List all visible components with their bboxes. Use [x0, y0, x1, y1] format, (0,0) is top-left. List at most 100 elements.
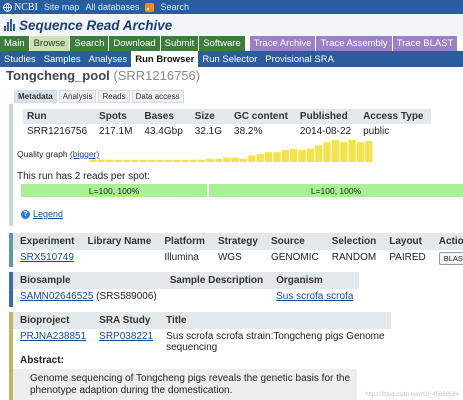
- page-title: Tongcheng_pool (SRR1216756): [6, 68, 200, 83]
- quality-bar: [114, 159, 122, 162]
- bioproject-link[interactable]: PRJNA238851: [20, 331, 86, 342]
- sra-study-link[interactable]: SRP038221: [99, 331, 153, 342]
- col-spots: Spots: [95, 109, 141, 124]
- app-title[interactable]: Sequence Read Archive: [19, 18, 172, 33]
- col-action: Action: [431, 233, 463, 250]
- search-link[interactable]: Search: [160, 2, 189, 12]
- project-title-line1: Sus scrofa scrofa strain:Tongcheng pigs …: [166, 331, 385, 342]
- subnav-run-browser[interactable]: Run Browser: [131, 51, 199, 67]
- cell-bases: 43.4Gbp: [144, 126, 183, 137]
- quality-bar: [189, 159, 198, 162]
- legend-link-text[interactable]: Legend: [33, 209, 63, 219]
- quality-bar: [181, 159, 189, 162]
- quality-bar: [223, 157, 231, 162]
- quality-bar: [365, 141, 373, 162]
- nav-trace-assembly[interactable]: Trace Assembly: [316, 36, 392, 51]
- watermark: https://blog.csdn.net/m0_45698584: [365, 392, 459, 398]
- nav-search[interactable]: Search: [70, 36, 109, 51]
- table-header-row: Biosample Sample Description Organism: [13, 272, 360, 289]
- table-row: SRX510749 Illumina WGS GENOMIC RANDOM PA…: [13, 250, 463, 267]
- nav-trace-archive[interactable]: Trace Archive: [249, 36, 316, 51]
- quality-bar: [173, 159, 181, 162]
- quality-bar: [281, 149, 289, 162]
- sra-title-bar: Sequence Read Archive: [0, 14, 463, 36]
- quality-bar: [331, 140, 340, 162]
- quality-graph-bars[interactable]: [89, 140, 373, 162]
- col-sra-study: SRA Study: [92, 312, 160, 329]
- quality-bar: [256, 154, 264, 162]
- nav-software[interactable]: Software: [199, 36, 245, 51]
- subnav-analyses[interactable]: Analyses: [85, 51, 132, 67]
- quality-bar: [264, 152, 273, 162]
- subnav-studies[interactable]: Studies: [0, 51, 40, 67]
- col-sample-description: Sample Description: [162, 272, 270, 289]
- run-name: Tongcheng_pool: [6, 68, 110, 83]
- all-databases-link[interactable]: All databases: [85, 2, 139, 12]
- quality-bar: [147, 159, 156, 162]
- ncbi-logo[interactable]: NCBI: [3, 2, 38, 13]
- subnav-samples[interactable]: Samples: [40, 51, 85, 67]
- table-header-row: Run Spots Bases Size GC content Publishe…: [23, 109, 432, 124]
- ncbi-globe-icon: [3, 2, 12, 12]
- nav-download[interactable]: Download: [109, 36, 160, 51]
- rss-icon[interactable]: [145, 2, 155, 12]
- quality-bar: [131, 159, 139, 162]
- abstract-heading: Abstract:: [20, 355, 64, 366]
- experiment-table: Experiment Library Name Platform Strateg…: [13, 233, 463, 267]
- legend-link[interactable]: ? Legend: [21, 209, 63, 219]
- blast-button[interactable]: BLAST: [438, 252, 463, 265]
- col-access-type: Access Type: [359, 109, 432, 124]
- table-header-row: Bioproject SRA Study Title: [13, 312, 391, 329]
- main-nav: Main Browse Search Download Submit Softw…: [0, 36, 463, 51]
- quality-bar: [248, 155, 256, 162]
- quality-bar: [139, 159, 147, 162]
- cell-library-name: [80, 250, 157, 267]
- subnav-provisional-sra[interactable]: Provisional SRA: [261, 51, 338, 67]
- quality-bar: [289, 148, 298, 162]
- organism-link[interactable]: Sus scrofa scrofa: [276, 291, 353, 302]
- quality-bar: [106, 159, 114, 162]
- biosample-panel: Biosample Sample Description Organism SA…: [9, 272, 360, 307]
- quality-bar: [156, 159, 164, 162]
- ncbi-logo-text: NCBI: [14, 1, 38, 13]
- cell-strategy: WGS: [217, 252, 242, 263]
- cell-published: 2014-08-22: [299, 126, 352, 137]
- quality-bar: [89, 159, 97, 162]
- col-source: Source: [263, 233, 325, 250]
- col-gc-content: GC content: [230, 109, 296, 124]
- quality-bar: [340, 142, 348, 162]
- cell-layout: PAIRED: [389, 252, 426, 263]
- cell-size: 32.1G: [194, 126, 223, 137]
- nav-trace-blast[interactable]: Trace BLAST: [392, 36, 458, 51]
- quality-bar: [298, 149, 306, 162]
- tab-metadata[interactable]: Metadata: [14, 90, 57, 103]
- quality-bar: [239, 158, 248, 162]
- experiment-link[interactable]: SRX510749: [20, 252, 74, 263]
- abstract-line1: Genome sequencing of Tongcheng pigs reve…: [30, 373, 351, 384]
- biosample-link[interactable]: SAMN02646525: [20, 291, 93, 302]
- col-experiment: Experiment: [13, 233, 81, 250]
- col-size: Size: [190, 109, 231, 124]
- quality-bar: [306, 148, 315, 162]
- nav-browse[interactable]: Browse: [29, 36, 70, 51]
- run-accession: (SRR1216756): [113, 68, 201, 83]
- tab-analysis[interactable]: Analysis: [58, 90, 97, 103]
- run-summary-table: Run Spots Bases Size GC content Publishe…: [23, 109, 432, 139]
- quality-bar: [348, 140, 356, 162]
- tab-data-access[interactable]: Data access: [131, 90, 184, 103]
- cell-access-type: public: [363, 126, 390, 137]
- help-icon: ?: [21, 209, 30, 219]
- run-tabs: Metadata Analysis Reads Data access: [14, 90, 184, 103]
- col-bioproject: Bioproject: [13, 312, 93, 329]
- col-biosample: Biosample: [13, 272, 163, 289]
- quality-bar: [198, 159, 206, 162]
- site-map-link[interactable]: Site map: [44, 2, 80, 12]
- col-run: Run: [23, 109, 96, 124]
- quality-bar: [164, 159, 173, 162]
- nav-submit[interactable]: Submit: [160, 36, 199, 51]
- quality-bar: [315, 145, 323, 162]
- subnav-run-selector[interactable]: Run Selector: [198, 51, 261, 67]
- tab-reads[interactable]: Reads: [98, 90, 130, 103]
- nav-main[interactable]: Main: [0, 36, 29, 51]
- col-platform: Platform: [157, 233, 211, 250]
